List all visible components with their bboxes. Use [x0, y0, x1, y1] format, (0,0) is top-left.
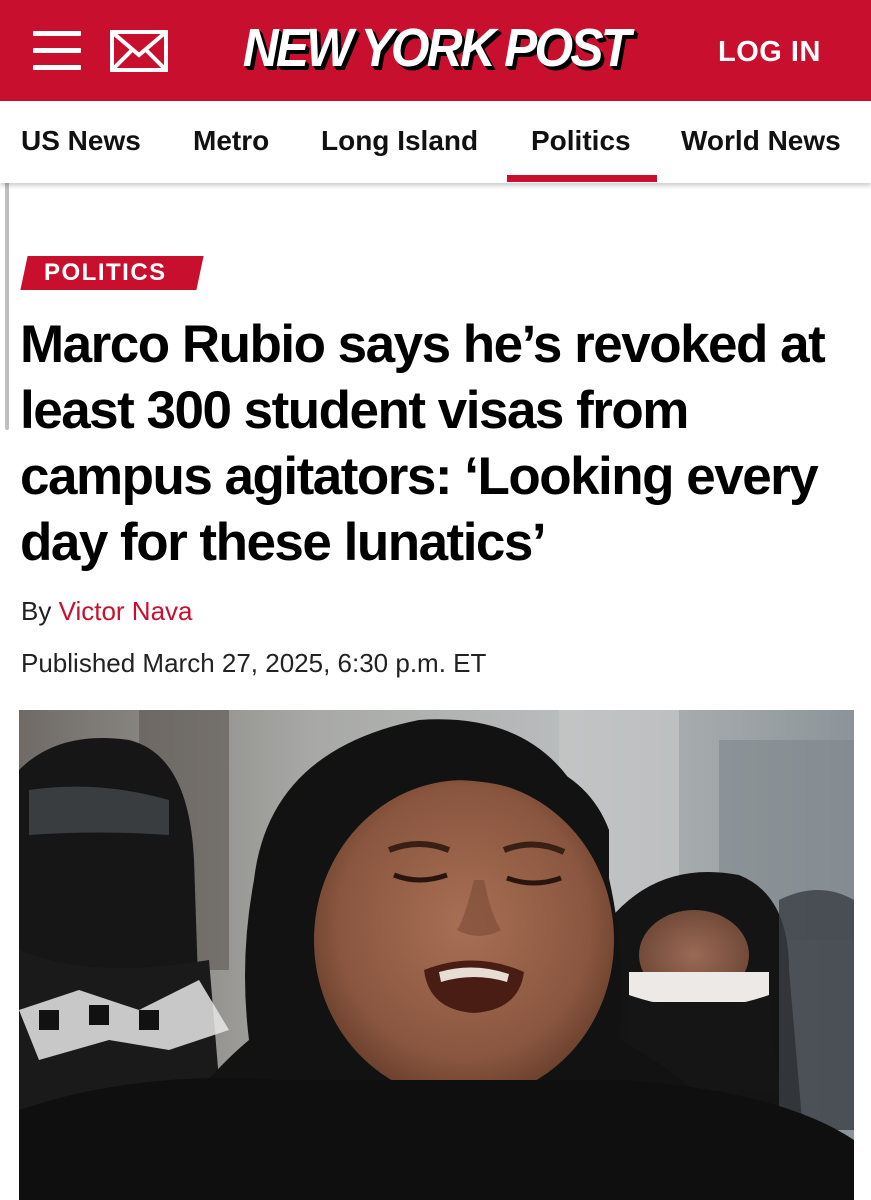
active-nav-indicator [507, 175, 657, 182]
hamburger-menu-icon[interactable] [33, 31, 81, 71]
site-logo[interactable]: NEW YORK POST [232, 14, 640, 82]
logo-text: NEW YORK POST [243, 18, 631, 78]
category-tag[interactable]: POLITICS [44, 258, 167, 288]
nav-item-world-news[interactable]: World News [681, 125, 841, 157]
login-button[interactable]: LOG IN [718, 30, 821, 74]
section-nav: US News Metro Long Island Politics World… [0, 101, 871, 183]
nav-item-us-news[interactable]: US News [21, 125, 141, 157]
author-link[interactable]: Victor Nava [59, 596, 193, 626]
mail-icon[interactable] [110, 30, 168, 72]
nav-item-politics[interactable]: Politics [531, 125, 631, 157]
byline-prefix: By [21, 596, 52, 626]
byline: By Victor Nava [21, 596, 193, 627]
nav-item-metro[interactable]: Metro [193, 125, 269, 157]
nav-item-long-island[interactable]: Long Island [321, 125, 478, 157]
published-date: Published March 27, 2025, 6:30 p.m. ET [21, 648, 487, 678]
site-header: NEW YORK POST LOG IN [0, 0, 871, 101]
article-headline: Marco Rubio says he’s revoked at least 3… [20, 315, 826, 572]
article-hero-image[interactable] [19, 710, 854, 1200]
